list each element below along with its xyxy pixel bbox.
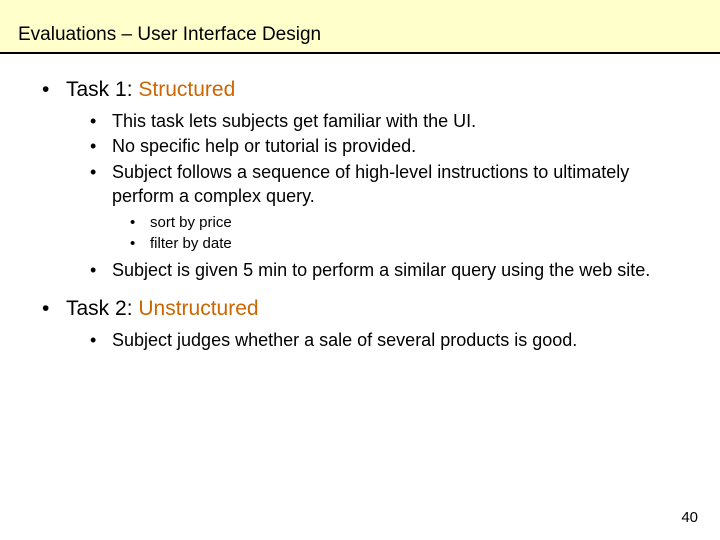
bullet-text: Subject is given 5 min to perform a simi…: [112, 259, 650, 283]
list-item: • Subject is given 5 min to perform a si…: [90, 259, 678, 283]
bullet-text: Subject judges whether a sale of several…: [112, 329, 577, 353]
task1-prefix: Task 1:: [66, 78, 138, 101]
task2-bullets: • Subject judges whether a sale of sever…: [42, 329, 678, 353]
bullet-icon: •: [42, 295, 66, 323]
task2-prefix: Task 2:: [66, 297, 138, 320]
bullet-text: Subject follows a sequence of high-level…: [112, 161, 678, 209]
bullet-icon: •: [130, 234, 150, 254]
bullet-icon: •: [42, 76, 66, 104]
bullet-icon: •: [130, 213, 150, 233]
slide-content: • Task 1: Structured • This task lets su…: [0, 54, 720, 353]
bullet-icon: •: [90, 329, 112, 353]
task2-label: Unstructured: [138, 297, 258, 320]
task1-subbullets: • sort by price • filter by date: [90, 213, 678, 254]
task1-heading: • Task 1: Structured: [42, 76, 678, 104]
bullet-icon: •: [90, 135, 112, 159]
bullet-icon: •: [90, 110, 112, 134]
bullet-icon: •: [90, 161, 112, 185]
bullet-text: This task lets subjects get familiar wit…: [112, 110, 476, 134]
bullet-text: sort by price: [150, 213, 232, 233]
slide-title: Evaluations – User Interface Design: [18, 24, 321, 46]
list-item: • Subject follows a sequence of high-lev…: [90, 161, 678, 209]
list-item: • Subject judges whether a sale of sever…: [90, 329, 678, 353]
bullet-text: No specific help or tutorial is provided…: [112, 135, 416, 159]
list-item: • This task lets subjects get familiar w…: [90, 110, 678, 134]
bullet-icon: •: [90, 259, 112, 283]
list-item: • No specific help or tutorial is provid…: [90, 135, 678, 159]
page-number: 40: [681, 509, 698, 526]
list-item: • sort by price: [130, 213, 678, 233]
list-item: • filter by date: [130, 234, 678, 254]
task1-bullets: • This task lets subjects get familiar w…: [42, 110, 678, 283]
task2-heading: • Task 2: Unstructured: [42, 295, 678, 323]
task1-label: Structured: [138, 78, 235, 101]
title-band: Evaluations – User Interface Design: [0, 0, 720, 54]
bullet-text: filter by date: [150, 234, 232, 254]
